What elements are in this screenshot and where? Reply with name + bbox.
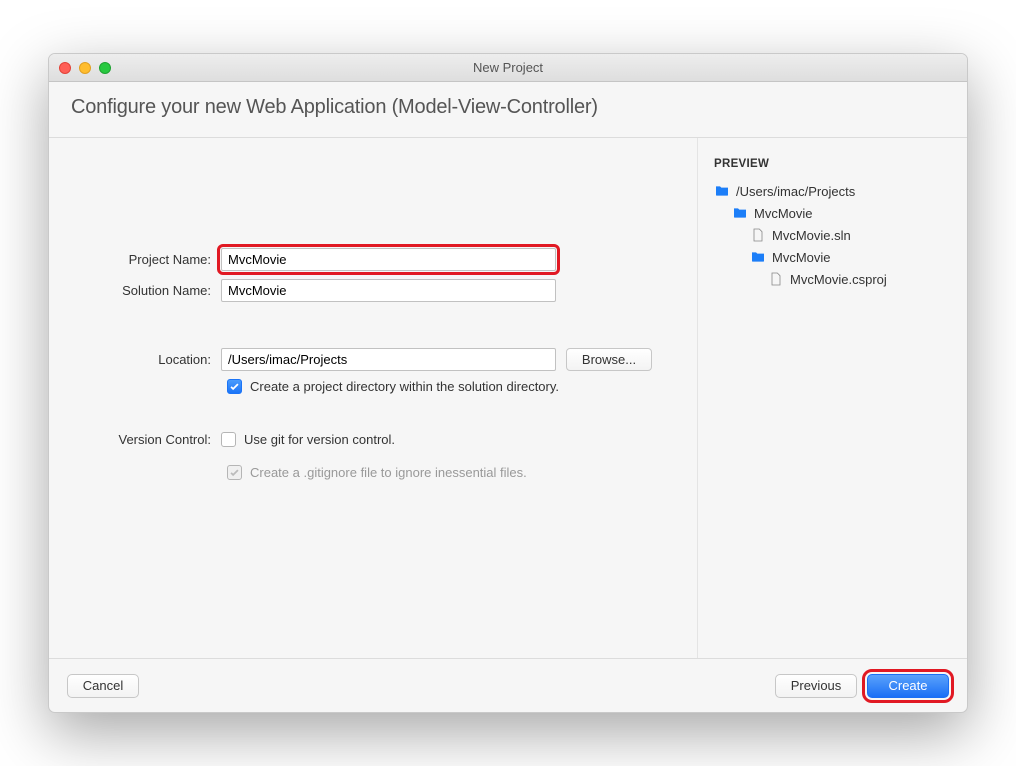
folder-icon [714, 183, 730, 199]
folder-icon [732, 205, 748, 221]
project-name-row: Project Name: [71, 248, 675, 271]
tree-label: /Users/imac/Projects [736, 184, 855, 199]
version-control-row: Version Control: Use git for version con… [71, 432, 675, 447]
solution-name-label: Solution Name: [71, 283, 221, 298]
window-title: New Project [49, 60, 967, 75]
tree-label: MvcMovie.sln [772, 228, 851, 243]
previous-button[interactable]: Previous [775, 674, 857, 698]
tree-item: MvcMovie [714, 246, 951, 268]
zoom-icon[interactable] [99, 62, 111, 74]
tree-item: MvcMovie.csproj [714, 268, 951, 290]
gitignore-label: Create a .gitignore file to ignore iness… [250, 465, 527, 480]
preview-tree: /Users/imac/Projects MvcMovie MvcMovie.s… [714, 180, 951, 290]
cancel-button[interactable]: Cancel [67, 674, 139, 698]
use-git-label: Use git for version control. [244, 432, 395, 447]
create-dir-checkbox[interactable] [227, 379, 242, 394]
solution-name-row: Solution Name: [71, 279, 675, 302]
use-git-checkbox[interactable] [221, 432, 236, 447]
create-button[interactable]: Create [867, 674, 949, 698]
page-header: Configure your new Web Application (Mode… [49, 82, 967, 138]
close-icon[interactable] [59, 62, 71, 74]
titlebar[interactable]: New Project [49, 54, 967, 82]
check-icon [229, 467, 240, 478]
check-icon [229, 381, 240, 392]
file-icon [768, 271, 784, 287]
version-control-label: Version Control: [71, 432, 221, 447]
create-dir-label: Create a project directory within the so… [250, 379, 559, 394]
tree-label: MvcMovie [754, 206, 813, 221]
tree-item: MvcMovie [714, 202, 951, 224]
browse-button[interactable]: Browse... [566, 348, 652, 371]
gitignore-row: Create a .gitignore file to ignore iness… [227, 465, 675, 480]
traffic-lights [59, 62, 111, 74]
minimize-icon[interactable] [79, 62, 91, 74]
footer-bar: Cancel Previous Create [49, 658, 967, 712]
content-area: Project Name: Solution Name: Location: B… [49, 138, 967, 658]
tree-item: /Users/imac/Projects [714, 180, 951, 202]
location-input[interactable] [221, 348, 556, 371]
create-dir-row: Create a project directory within the so… [227, 379, 675, 394]
page-title: Configure your new Web Application (Mode… [71, 96, 945, 119]
tree-label: MvcMovie [772, 250, 831, 265]
preview-title: PREVIEW [714, 158, 951, 170]
gitignore-checkbox [227, 465, 242, 480]
location-row: Location: Browse... [71, 348, 675, 371]
project-name-label: Project Name: [71, 252, 221, 267]
tree-label: MvcMovie.csproj [790, 272, 887, 287]
folder-icon [750, 249, 766, 265]
preview-panel: PREVIEW /Users/imac/Projects MvcMovie Mv… [697, 138, 967, 658]
project-name-input[interactable] [221, 248, 556, 271]
location-label: Location: [71, 352, 221, 367]
solution-name-input[interactable] [221, 279, 556, 302]
new-project-window: New Project Configure your new Web Appli… [48, 53, 968, 713]
tree-item: MvcMovie.sln [714, 224, 951, 246]
form-panel: Project Name: Solution Name: Location: B… [49, 138, 697, 658]
file-icon [750, 227, 766, 243]
